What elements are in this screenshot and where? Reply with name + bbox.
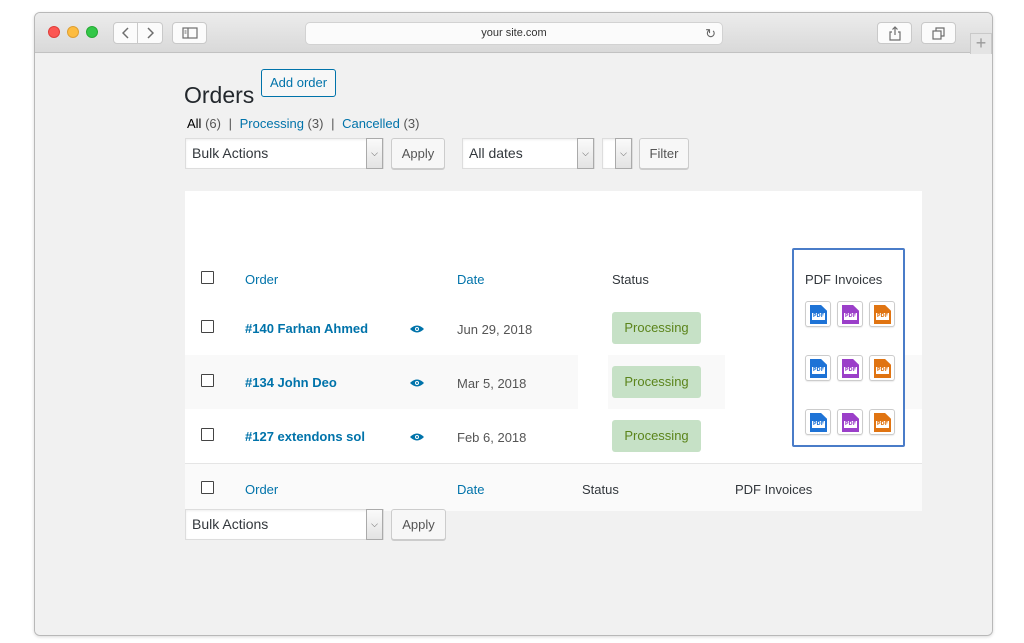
browser-toolbar: your site.com ↻ +	[35, 13, 992, 55]
share-icon	[888, 25, 901, 41]
column-header-status: Status	[612, 272, 649, 287]
apply-button[interactable]: Apply	[391, 138, 445, 169]
column-header-order[interactable]: Order	[245, 272, 278, 287]
bulk-actions-select[interactable]: Bulk Actions ⌵	[185, 138, 384, 169]
browser-window: your site.com ↻ + Orders Add order All (…	[34, 12, 993, 636]
status-badge: Processing	[612, 366, 701, 398]
select-all-checkbox-footer[interactable]	[201, 481, 214, 494]
eye-icon[interactable]	[410, 379, 424, 387]
chevron-down-icon: ⌵	[615, 138, 632, 169]
dates-select[interactable]: All dates ⌵	[462, 138, 595, 169]
bulk-actions-value: Bulk Actions	[192, 516, 269, 532]
chevron-down-icon: ⌵	[577, 138, 594, 169]
sidebar-toggle-button[interactable]	[172, 22, 207, 44]
order-link[interactable]: #134 John Deo	[245, 375, 337, 390]
back-button[interactable]	[113, 22, 138, 44]
footer-column-pdf-invoices: PDF Invoices	[735, 482, 813, 497]
filter-separator: |	[228, 116, 232, 131]
filter-button[interactable]: Filter	[639, 138, 689, 169]
chevron-left-icon	[121, 27, 129, 39]
column-header-date[interactable]: Date	[457, 272, 484, 287]
url-text: your site.com	[481, 27, 547, 39]
page-title: Orders	[184, 82, 255, 108]
row-checkbox[interactable]	[201, 320, 214, 333]
footer-column-date[interactable]: Date	[457, 482, 484, 497]
status-filter-links: All (6) | Processing (3) | Cancelled (3)	[187, 116, 419, 131]
chevron-down-icon: ⌵	[366, 509, 383, 540]
new-tab-button[interactable]: +	[970, 33, 992, 55]
plus-icon: +	[975, 33, 987, 53]
page-content: Orders Add order All (6) | Processing (3…	[35, 54, 992, 635]
status-badge: Processing	[612, 312, 701, 344]
zoom-window-button[interactable]	[86, 26, 98, 38]
eye-icon[interactable]	[410, 433, 424, 441]
footer-column-order[interactable]: Order	[245, 482, 278, 497]
status-badge: Processing	[612, 420, 701, 452]
close-window-button[interactable]	[48, 26, 60, 38]
filter-cancelled-link[interactable]: Cancelled	[342, 116, 400, 131]
row-stripe	[905, 355, 922, 409]
reload-icon[interactable]: ↻	[705, 23, 716, 44]
bulk-actions-select-bottom[interactable]: Bulk Actions ⌵	[185, 509, 384, 540]
sidebar-icon	[181, 27, 198, 39]
filter-all-count: (6)	[205, 116, 221, 131]
minimize-window-button[interactable]	[67, 26, 79, 38]
add-order-button[interactable]: Add order	[261, 69, 337, 97]
table-footer-row: Order Date Status PDF Invoices	[185, 463, 922, 511]
share-button[interactable]	[877, 22, 912, 44]
chevron-down-icon: ⌵	[366, 138, 383, 169]
chevron-right-icon	[147, 27, 154, 39]
filter-all-link[interactable]: All	[187, 116, 201, 131]
customer-select[interactable]: ⌵	[602, 138, 633, 169]
forward-button[interactable]	[138, 22, 163, 44]
address-bar[interactable]: your site.com ↻	[305, 22, 723, 45]
order-date: Jun 29, 2018	[457, 322, 533, 337]
row-checkbox[interactable]	[201, 374, 214, 387]
apply-button-bottom[interactable]: Apply	[391, 509, 446, 540]
filter-cancelled-count: (3)	[403, 116, 420, 131]
filter-processing-link[interactable]: Processing	[240, 116, 304, 131]
tabs-icon	[932, 26, 945, 40]
bulk-actions-value: Bulk Actions	[192, 145, 269, 161]
pdf-invoices-highlight	[792, 248, 905, 447]
order-link[interactable]: #140 Farhan Ahmed	[245, 321, 368, 336]
footer-column-status: Status	[582, 482, 619, 497]
tabs-overview-button[interactable]	[921, 22, 956, 44]
select-all-checkbox[interactable]	[201, 271, 214, 284]
order-link[interactable]: #127 extendons sol	[245, 429, 365, 444]
row-checkbox[interactable]	[201, 428, 214, 441]
filter-processing-count: (3)	[307, 116, 324, 131]
order-date: Mar 5, 2018	[457, 376, 527, 391]
dates-select-value: All dates	[469, 145, 523, 161]
filter-separator: |	[331, 116, 335, 131]
order-date: Feb 6, 2018	[457, 430, 527, 445]
eye-icon[interactable]	[410, 325, 424, 333]
